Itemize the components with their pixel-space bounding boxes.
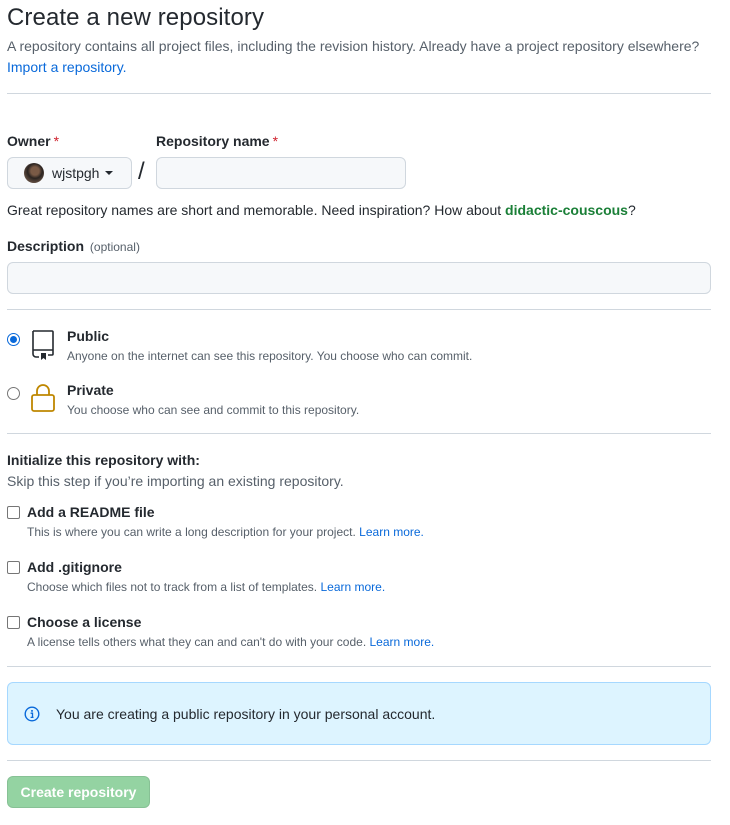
repo-icon <box>32 330 54 360</box>
required-mark: * <box>272 133 279 149</box>
owner-label: Owner * <box>7 133 59 149</box>
owner-select-button[interactable]: wjstpgh <box>7 157 132 189</box>
readme-title: Add a README file <box>27 504 155 520</box>
gitignore-desc-text: Choose which files not to track from a l… <box>27 580 318 594</box>
private-title: Private <box>67 382 114 398</box>
initialize-title: Initialize this repository with: <box>7 452 200 468</box>
divider <box>7 666 711 667</box>
page-subtitle: A repository contains all project files,… <box>7 36 727 78</box>
readme-description: This is where you can write a long descr… <box>27 525 424 539</box>
description-label-text: Description <box>7 238 85 254</box>
gitignore-description: Choose which files not to track from a l… <box>27 580 385 594</box>
license-learn-more-link[interactable]: Learn more. <box>370 635 435 649</box>
gitignore-title: Add .gitignore <box>27 559 122 575</box>
page-title: Create a new repository <box>7 4 265 31</box>
repository-name-input[interactable] <box>156 157 406 189</box>
initialize-subtitle: Skip this step if you’re importing an ex… <box>7 473 344 489</box>
readme-learn-more-link[interactable]: Learn more. <box>359 525 424 539</box>
optional-tag: (optional) <box>89 240 140 254</box>
info-icon <box>24 705 40 722</box>
public-description: Anyone on the internet can see this repo… <box>67 349 473 363</box>
avatar <box>24 163 44 183</box>
import-repository-link[interactable]: Import a repository. <box>7 59 127 75</box>
license-checkbox[interactable] <box>7 616 20 629</box>
hint-suffix: ? <box>627 202 636 218</box>
repo-name-label-text: Repository name <box>156 133 270 149</box>
owner-label-text: Owner <box>7 133 51 149</box>
visibility-notice: You are creating a public repository in … <box>7 682 711 745</box>
suggested-name[interactable]: didactic-couscous <box>505 202 628 218</box>
description-input[interactable] <box>7 262 711 294</box>
readme-checkbox[interactable] <box>7 506 20 519</box>
gitignore-checkbox[interactable] <box>7 561 20 574</box>
description-label: Description (optional) <box>7 238 140 254</box>
public-radio[interactable] <box>7 333 20 346</box>
required-mark: * <box>53 133 60 149</box>
license-desc-text: A license tells others what they can and… <box>27 635 367 649</box>
owner-name: wjstpgh <box>52 165 100 181</box>
caret-down-icon <box>105 171 114 175</box>
owner-repo-separator: / <box>138 158 145 185</box>
repo-name-label: Repository name * <box>156 133 278 149</box>
notice-text: You are creating a public repository in … <box>56 705 436 722</box>
divider <box>7 93 711 94</box>
create-repository-button[interactable]: Create repository <box>7 776 150 808</box>
license-description: A license tells others what they can and… <box>27 635 434 649</box>
public-title: Public <box>67 328 110 344</box>
subtitle-text: A repository contains all project files,… <box>7 38 700 54</box>
license-title: Choose a license <box>27 614 142 630</box>
hint-text: Great repository names are short and mem… <box>7 202 502 218</box>
private-radio[interactable] <box>7 387 20 400</box>
lock-icon <box>31 384 55 412</box>
readme-desc-text: This is where you can write a long descr… <box>27 525 356 539</box>
divider <box>7 433 711 434</box>
name-suggestion-hint: Great repository names are short and mem… <box>7 202 636 218</box>
gitignore-learn-more-link[interactable]: Learn more. <box>320 580 385 594</box>
divider <box>7 760 711 761</box>
divider <box>7 309 711 310</box>
private-description: You choose who can see and commit to thi… <box>67 403 360 417</box>
